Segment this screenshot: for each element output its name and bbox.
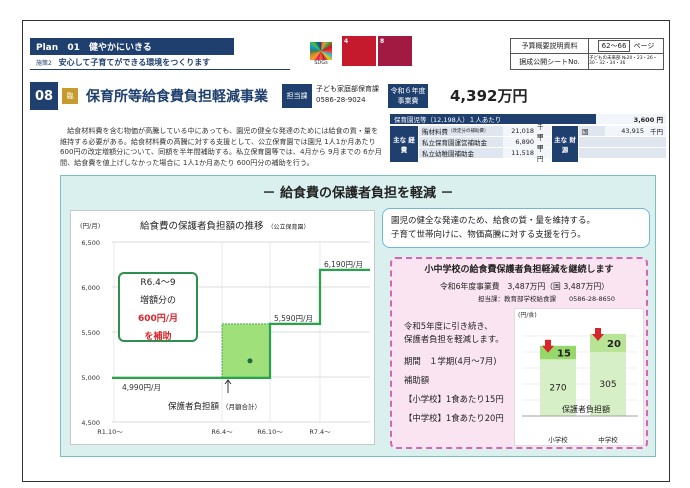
budget-table: 保育園児等（12,198人）１人あたり 3,600 円 [390, 114, 666, 125]
mini-bar-legend: 保護者負担額 [562, 404, 610, 414]
cost-row-value: 6,890 [503, 137, 537, 147]
up-arrow-icon [224, 379, 232, 393]
subsidy-band [221, 323, 271, 379]
burden-value-label: 270 [549, 384, 566, 394]
school-period: 期間 １学期(4月～7月) [404, 356, 497, 366]
per-capita-label: 保育園児等（12,198人）１人あたり [390, 114, 596, 124]
ref-sheet-numbers: 子どもの未来部 №20・23・26・30・32・34・36 [589, 55, 658, 66]
dept-name: 子ども家庭部保育課 [316, 85, 379, 93]
callout-subsidy: を補助 [144, 332, 172, 342]
purpose-message: 園児の健全な発達のため、給食の質・量を維持する。 子育て世帯向けに、物価高騰に対… [382, 208, 650, 248]
reference-table: 予算概要説明資料 62～66 ページ 据成公開シートNo. 子どもの未来部 №2… [510, 38, 664, 70]
ref-page-unit: ページ [633, 42, 655, 50]
plan-number: 01 [67, 43, 80, 53]
x-tick-label: R1.10～ [97, 428, 123, 436]
sdg-goal-4-icon: 4 [342, 36, 376, 66]
data-label: 6,190円/月 [324, 260, 363, 269]
x-tick-label: R6.10～ [257, 428, 283, 436]
callout-amount: 600円/月 [137, 314, 179, 324]
ref-page-range: 62～66 [597, 40, 631, 52]
mini-y-unit: (円/食) [518, 311, 537, 319]
school-body-2: 保護者負担を軽減します。 [404, 334, 504, 344]
funding-unit: 千円 [647, 126, 666, 136]
callout-increase: 増額分の [139, 296, 176, 306]
purpose-line-2: 子育て世帯向けに、物価高騰に対する支援を行う。 [391, 230, 586, 240]
callout-period: R6.4～9 [140, 278, 176, 288]
funding-value: 43,915 [605, 126, 647, 136]
cost-row-label: 賄材料費 [422, 128, 448, 136]
budget-tag: 令和６年度 事業費 [388, 84, 428, 108]
subsidy-callout: R6.4～9 増額分の 600円/月 を補助 [118, 272, 198, 342]
sdgs-label: SDGs [314, 60, 328, 66]
cost-row-note: （改定分の補助費） [448, 129, 489, 134]
funding-label: 国 [579, 126, 605, 136]
burden-label: 保護者負担額 （月額合計） [168, 400, 261, 412]
y-tick-label: 4,500 [81, 419, 100, 427]
y-tick-label: 5,000 [81, 374, 100, 382]
project-title-band: 08 臨 保育所等給食費負担軽減事業 担当課 子ども家庭部保育課 0586-28… [30, 82, 670, 110]
temporary-badge: 臨 [62, 88, 78, 104]
y-axis-unit: (円/月) [80, 222, 100, 230]
ref-budget-label: 予算概要説明資料 [511, 39, 589, 53]
y-tick-label: 6,000 [81, 284, 100, 292]
main-funding-label: 主な 財源 [552, 126, 578, 162]
policy-label: 施策2 [36, 60, 52, 67]
y-tick-label: 5,500 [81, 329, 100, 337]
burden-label-text: 保護者負担額 [168, 402, 220, 412]
school-amount-label: 補助額 [404, 375, 430, 385]
cost-row-value: 11,518 [503, 148, 537, 158]
dept-tag: 担当課 [282, 84, 312, 108]
school-body: 令和5年度に引き続き、 保護者負担を軽減します。 期間 １学期(4月～7月) 補… [404, 320, 504, 428]
burden-value-label: 305 [599, 380, 616, 390]
data-label: 4,990円/月 [122, 383, 161, 392]
school-elem-amount: 【小学校】1食あたり15円 [404, 394, 504, 404]
policy-title: 安心して子育てができる環境をつくります [58, 58, 211, 67]
school-budget: 令和6年度事業費 3,487万円（国 3,487万円） [440, 282, 610, 291]
y-tick-label: 6,500 [81, 239, 100, 247]
project-amount: 4,392万円 [450, 87, 528, 105]
burden-label-note: （月額合計） [222, 403, 262, 411]
school-body-1: 令和5年度に引き続き、 [404, 321, 493, 331]
project-number: 08 [30, 82, 58, 110]
per-capita-value: 3,600 円 [596, 114, 666, 124]
mini-x-label: 中学校 [598, 435, 618, 444]
sdg-goal-8-icon: 8 [378, 36, 412, 66]
plan-title: 健やかにいきる [88, 43, 152, 53]
x-tick-label: R7.4～ [309, 428, 331, 436]
ref-sheet-label: 据成公開シートNo. [511, 54, 589, 69]
school-junior-amount: 【中学校】1食あたり20円 [404, 413, 504, 423]
cost-row-unit: 千円 [537, 145, 551, 163]
subsidy-value-label: 20 [607, 339, 621, 350]
cost-row-value: 21,018 [503, 126, 537, 136]
subsidy-value-label: 15 [557, 349, 571, 360]
cost-row-label: 私立幼稚園補助金 [419, 148, 503, 158]
policy-header: 施策2 安心して子育てができる環境をつくります [30, 55, 290, 70]
mini-x-label: 小学校 [548, 435, 568, 444]
school-bar-chart: (円/食) 270 15 小学校 305 20 中学校 保護者負担額 [518, 311, 638, 444]
plan-label: Plan [36, 43, 59, 53]
subsidy-marker [247, 358, 253, 364]
dept-phone: 0586-28-9024 [316, 96, 366, 104]
project-title: 保育所等給食費負担軽減事業 [86, 89, 268, 105]
purpose-line-1: 園児の健全な発達のため、給食の質・量を維持する。 [391, 216, 596, 226]
main-cost-rows: 賄材料費（改定分の補助費） 21,018 千円 私立保育園運営補助金 6,890… [419, 123, 551, 163]
main-cost-label: 主な 経費 [390, 126, 418, 162]
data-label: 5,590円/月 [274, 314, 313, 323]
panel-title: － 給食費の保護者負担を軽減 － [262, 186, 454, 201]
cost-row-label: 私立保育園運営補助金 [419, 137, 503, 147]
plan-header: Plan 01 健やかにいきる [30, 38, 234, 55]
project-description: 給食材料費を含む物価が高騰している中にあっても、園児の健全な発達のためには給食の… [60, 126, 382, 167]
funding-rows: 国 43,915 千円 [579, 126, 666, 159]
school-dept: 担当課：教育部学校給食課 0586-28-8650 [478, 295, 616, 303]
school-title: 小中学校の給食費保護者負担軽減を継続します [424, 265, 614, 275]
x-tick-label: R6.4～ [211, 428, 233, 436]
